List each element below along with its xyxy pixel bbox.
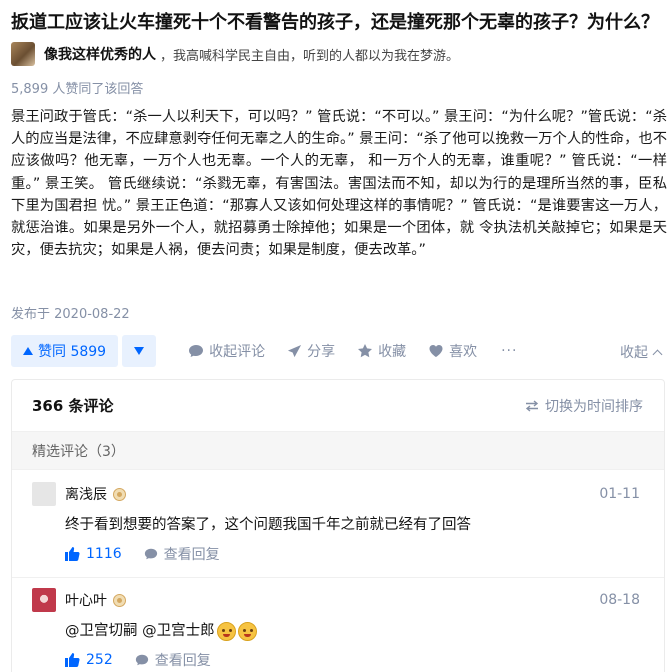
thumbs-up-icon xyxy=(65,653,80,667)
comment-like-button[interactable]: 252 xyxy=(65,652,113,668)
answer-body: 景王问政于管氏：“杀一人以利天下，可以吗？” 管氏说：“不可以。” 景王问：“为… xyxy=(11,109,667,259)
reply-bubble-icon xyxy=(144,548,157,560)
agree-count: 5,899 人赞同了该回答 xyxy=(11,82,144,97)
downvote-icon xyxy=(134,347,145,355)
view-replies-label: 查看回复 xyxy=(154,653,211,669)
action-bar: 赞同 5899 收起评论 分享 收藏 喜欢 ··· 收起 xyxy=(11,334,663,368)
author-info: 像我这样优秀的人 ，我高喊科学民主自由，听到的人都以为我在梦游。 xyxy=(11,41,459,67)
emoji-icon xyxy=(216,621,236,641)
star-icon xyxy=(358,344,373,358)
view-replies-label: 查看回复 xyxy=(163,547,220,563)
chevron-up-icon xyxy=(652,349,663,359)
question-title[interactable]: 扳道工应该让火车撞死十个不看警告的孩子，还是撞死那个无辜的孩子？为什么？ xyxy=(11,11,666,35)
like-label: 喜欢 xyxy=(449,344,478,360)
favorite-button[interactable]: 收藏 xyxy=(357,341,406,361)
comment-date: 01-11 xyxy=(599,486,640,502)
sort-toggle-label: 切换为时间排序 xyxy=(545,398,643,415)
comments-header: 366 条评论 切换为时间排序 xyxy=(12,380,664,432)
share-label: 分享 xyxy=(307,344,336,360)
upvote-label: 赞同 5899 xyxy=(38,344,107,360)
badge-icon xyxy=(113,593,126,607)
comments-count: 366 条评论 xyxy=(32,397,114,415)
collapse-button[interactable]: 收起 xyxy=(620,342,663,362)
comment-item: 离浅辰 01-11 终于看到想要的答案了，这个问题我国千年之前就已经有了回答 1… xyxy=(12,470,664,578)
author-bio: ，我高喊科学民主自由，听到的人都以为我在梦游。 xyxy=(160,48,460,64)
commenter-name[interactable]: 叶心叶 xyxy=(65,590,107,610)
favorite-label: 收藏 xyxy=(378,344,407,360)
commenter-avatar[interactable] xyxy=(32,588,56,612)
comment-toggle-label: 收起评论 xyxy=(209,344,266,360)
badge-icon xyxy=(113,487,126,501)
like-button[interactable]: 喜欢 xyxy=(428,341,477,361)
upvote-button[interactable]: 赞同 5899 xyxy=(11,335,119,367)
reply-bubble-icon xyxy=(135,654,148,666)
comment-like-count: 1116 xyxy=(86,546,122,562)
comment-like-button[interactable]: 1116 xyxy=(65,546,122,562)
commenter-avatar[interactable] xyxy=(32,482,56,506)
thumbs-up-icon xyxy=(65,547,80,561)
downvote-button[interactable] xyxy=(122,335,157,367)
comment-date: 08-18 xyxy=(599,592,640,608)
heart-icon xyxy=(429,345,443,357)
sort-toggle-button[interactable]: 切换为时间排序 xyxy=(525,396,643,416)
comment-bubble-icon xyxy=(189,345,204,357)
comment-toggle-button[interactable]: 收起评论 xyxy=(188,341,265,361)
collapse-label: 收起 xyxy=(620,345,648,361)
featured-comments-label: 精选评论（3） xyxy=(12,432,664,470)
author-name[interactable]: 像我这样优秀的人 xyxy=(44,44,156,64)
comments-panel: 366 条评论 切换为时间排序 精选评论（3） 离浅辰 01-11 终于看到想要… xyxy=(11,379,665,672)
emoji-icon xyxy=(237,621,257,641)
view-replies-button[interactable]: 查看回复 xyxy=(135,650,211,670)
more-options-button[interactable]: ··· xyxy=(501,343,517,359)
comment-text: @卫宫切嗣 @卫宫士郎 xyxy=(65,623,215,639)
comment-item: 叶心叶 08-18 @卫宫切嗣 @卫宫士郎 252 查看回复 xyxy=(12,578,664,672)
share-icon xyxy=(288,344,302,357)
comment-text: 终于看到想要的答案了，这个问题我国千年之前就已经有了回答 xyxy=(65,517,471,533)
comment-text-row: @卫宫切嗣 @卫宫士郎 xyxy=(65,620,664,642)
upvote-icon xyxy=(23,347,33,355)
publish-date[interactable]: 发布于 2020-08-22 xyxy=(11,303,130,322)
view-replies-button[interactable]: 查看回复 xyxy=(144,544,220,564)
switch-icon xyxy=(525,399,539,412)
comment-like-count: 252 xyxy=(86,652,113,668)
commenter-name[interactable]: 离浅辰 xyxy=(65,484,107,504)
author-avatar[interactable] xyxy=(11,42,35,66)
share-button[interactable]: 分享 xyxy=(287,341,335,361)
